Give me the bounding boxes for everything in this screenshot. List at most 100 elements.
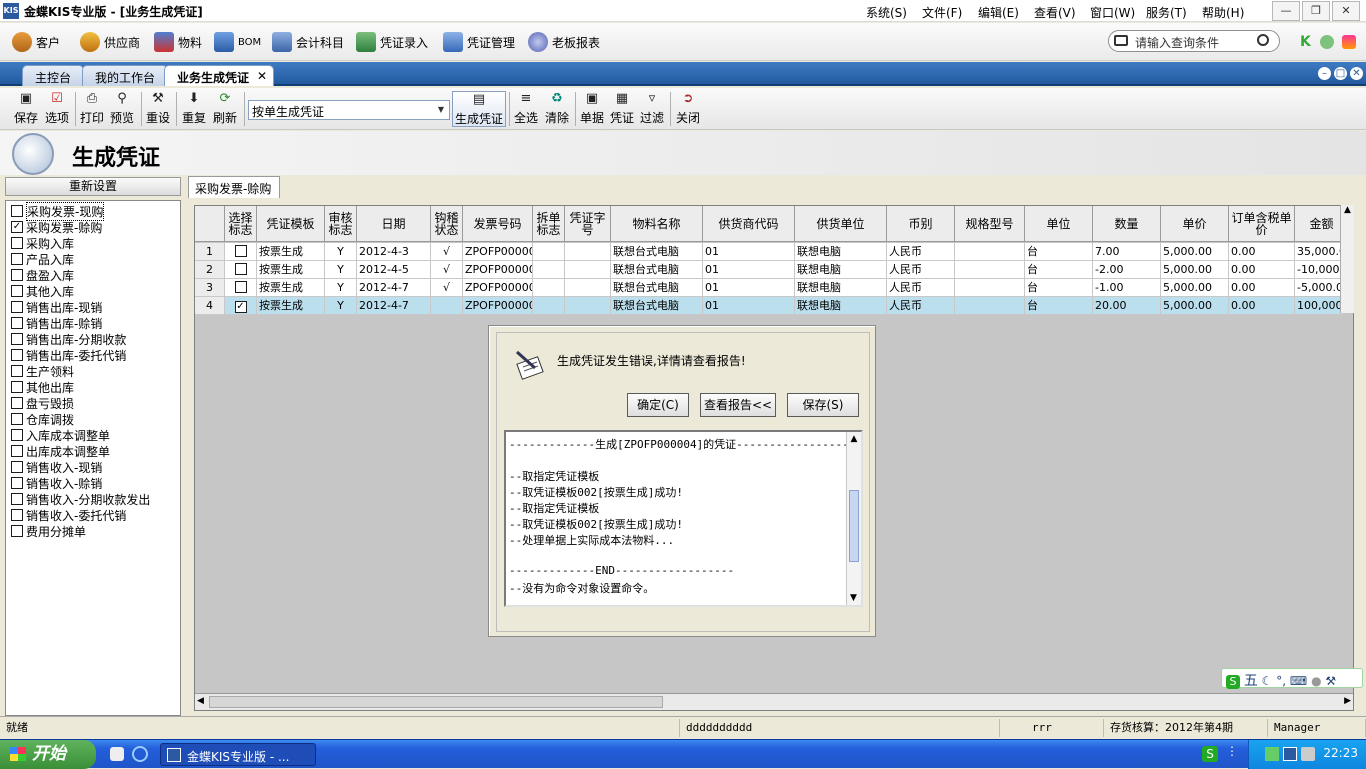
row-checkbox[interactable]	[234, 245, 247, 257]
column-header[interactable]: 规格型号	[955, 206, 1025, 242]
kis-tray-icon[interactable]	[1283, 747, 1297, 761]
doc-type-item[interactable]: 仓库调拨	[11, 411, 74, 427]
doc-type-item[interactable]: 入库成本调整单	[11, 427, 110, 443]
row-select-cell[interactable]	[225, 279, 257, 297]
taskbar-kis-window[interactable]: 金蝶KIS专业版 - ...	[160, 743, 316, 766]
menu-system[interactable]: 系统(S)	[866, 4, 907, 21]
document-button[interactable]: ▣ 单据	[578, 91, 606, 127]
menu-service[interactable]: 服务(T)	[1146, 4, 1187, 21]
doc-type-item[interactable]: 销售出库-现销	[11, 299, 102, 315]
column-header[interactable]: 拆单标志	[533, 206, 565, 242]
scrollbar-thumb[interactable]	[209, 696, 663, 708]
sogou-tray-icon[interactable]: S	[1202, 746, 1218, 762]
preview-button[interactable]: ⚲ 预览	[108, 91, 136, 127]
checkbox[interactable]	[11, 413, 23, 425]
dialog-save-button[interactable]: 保存(S)	[787, 393, 859, 417]
doc-type-item[interactable]: 产品入库	[11, 251, 74, 267]
nav-bom[interactable]: BOM	[214, 31, 261, 53]
network-icon[interactable]	[1265, 747, 1279, 761]
mdi-restore-icon[interactable]: □	[1334, 67, 1347, 80]
generate-voucher-button[interactable]: ▤ 生成凭证	[452, 91, 506, 127]
row-select-cell[interactable]	[225, 261, 257, 279]
mdi-close-icon[interactable]: ✕	[1350, 67, 1363, 80]
close-button[interactable]: ➲ 关闭	[674, 91, 702, 127]
checkbox[interactable]	[11, 205, 23, 217]
row-checkbox[interactable]: ✓	[234, 301, 247, 313]
menu-view[interactable]: 查看(V)	[1034, 4, 1076, 21]
kis-k-icon[interactable]: K	[1300, 34, 1311, 50]
nav-voucher-entry[interactable]: 凭证录入	[356, 31, 428, 53]
doc-type-item[interactable]: 销售收入-委托代销	[11, 507, 126, 523]
close-icon[interactable]: ✕	[1332, 1, 1360, 21]
table-row[interactable]: 2 按票生成 Y 2012-4-5 √ ZPOFP00000 联想台式电脑 01 联想电脑 人民币…	[195, 261, 1349, 279]
column-header[interactable]: 单价	[1161, 206, 1229, 242]
options-button[interactable]: ☑ 选项	[42, 91, 72, 127]
table-row[interactable]: 1 按票生成 Y 2012-4-3 √ ZPOFP00000 联想台式电脑 01 联想电脑 人民币…	[195, 243, 1349, 261]
doc-type-item[interactable]: 采购发票-现购	[11, 201, 105, 221]
minimize-icon[interactable]: —	[1272, 1, 1300, 21]
doc-type-item[interactable]: 费用分摊单	[11, 523, 86, 539]
checkbox[interactable]	[11, 301, 23, 313]
row-select-cell[interactable]	[225, 243, 257, 261]
checkbox[interactable]	[11, 333, 23, 345]
column-header[interactable]: 审核标志	[325, 206, 357, 242]
scroll-up-icon[interactable]: ▲	[1341, 205, 1354, 215]
doc-type-item[interactable]: 销售收入-分期收款发出	[11, 491, 150, 507]
ime-tray-icon[interactable]: ⋮	[1226, 744, 1238, 758]
grid-tab[interactable]: 采购发票-赊购	[188, 176, 280, 198]
search-input[interactable]: 请输入查询条件	[1108, 30, 1280, 52]
menu-window[interactable]: 窗口(W)	[1090, 4, 1135, 21]
users-icon[interactable]	[1342, 35, 1356, 49]
column-header[interactable]: 供货单位	[795, 206, 887, 242]
print-button[interactable]: ⎙ 打印	[78, 91, 106, 127]
mdi-minimize-icon[interactable]: –	[1318, 67, 1331, 80]
doc-type-item[interactable]: 盘亏毁损	[11, 395, 74, 411]
tab-main-console[interactable]: 主控台	[22, 65, 85, 86]
reset-button[interactable]: ⚒ 重设	[144, 91, 172, 127]
column-header[interactable]: 数量	[1093, 206, 1161, 242]
doc-type-item[interactable]: 生产领料	[11, 363, 74, 379]
report-log[interactable]: -------------生成[ZPOFP000004]的凭证---------…	[504, 430, 863, 607]
checkbox[interactable]: ✓	[11, 221, 23, 233]
checkbox[interactable]	[11, 509, 23, 521]
menu-edit[interactable]: 编辑(E)	[978, 4, 1019, 21]
checkbox[interactable]	[11, 477, 23, 489]
nav-material[interactable]: 物料	[154, 31, 202, 53]
column-header[interactable]: 订单含税单价	[1229, 206, 1295, 242]
reset-settings-button[interactable]: 重新设置	[5, 177, 181, 196]
ie-icon[interactable]	[132, 746, 148, 762]
column-header[interactable]: 单位	[1025, 206, 1093, 242]
doc-type-item[interactable]: 盘盈入库	[11, 267, 74, 283]
community-icon[interactable]	[1320, 35, 1334, 49]
column-header[interactable]: 凭证字号	[565, 206, 611, 242]
table-row[interactable]: 4 ✓ 按票生成 Y 2012-4-7 ZPOFP00000 联想台式电脑 01 联想电脑 人民币…	[195, 297, 1349, 315]
checkbox[interactable]	[11, 381, 23, 393]
checkbox[interactable]	[11, 253, 23, 265]
view-report-button[interactable]: 查看报告<<	[700, 393, 776, 417]
nav-voucher-manage[interactable]: 凭证管理	[443, 31, 515, 53]
log-scrollbar[interactable]: ▲ ▼	[846, 432, 861, 605]
doc-type-item[interactable]: 销售出库-委托代销	[11, 347, 126, 363]
doc-type-item[interactable]: 销售收入-现销	[11, 459, 102, 475]
speaker-icon[interactable]	[1301, 747, 1315, 761]
quicklaunch-icon[interactable]	[110, 747, 124, 761]
doc-type-item[interactable]: ✓ 采购发票-赊购	[11, 219, 102, 235]
checkbox[interactable]	[11, 237, 23, 249]
checkbox[interactable]	[11, 493, 23, 505]
checkbox[interactable]	[11, 445, 23, 457]
clear-button[interactable]: ♻ 清除	[542, 91, 572, 127]
ime-toolbar[interactable]: S 五 ☾ °, ⌨ ● ⚒	[1221, 668, 1363, 689]
column-header[interactable]: 日期	[357, 206, 431, 242]
doc-type-item[interactable]: 其他出库	[11, 379, 74, 395]
grid-vertical-scrollbar[interactable]: ▲	[1340, 205, 1354, 313]
checkbox[interactable]	[11, 317, 23, 329]
ok-button[interactable]: 确定(C)	[627, 393, 689, 417]
filter-button[interactable]: ▿ 过滤	[638, 91, 666, 127]
checkbox[interactable]	[11, 397, 23, 409]
table-row[interactable]: 3 按票生成 Y 2012-4-7 √ ZPOFP00000 联想台式电脑 01 联想电脑 人民币…	[195, 279, 1349, 297]
checkbox[interactable]	[11, 349, 23, 361]
checkbox[interactable]	[11, 429, 23, 441]
nav-account[interactable]: 会计科目	[272, 31, 344, 53]
grid-horizontal-scrollbar[interactable]: ◀ ▶	[195, 693, 1353, 710]
log-scroll-thumb[interactable]	[849, 490, 859, 562]
